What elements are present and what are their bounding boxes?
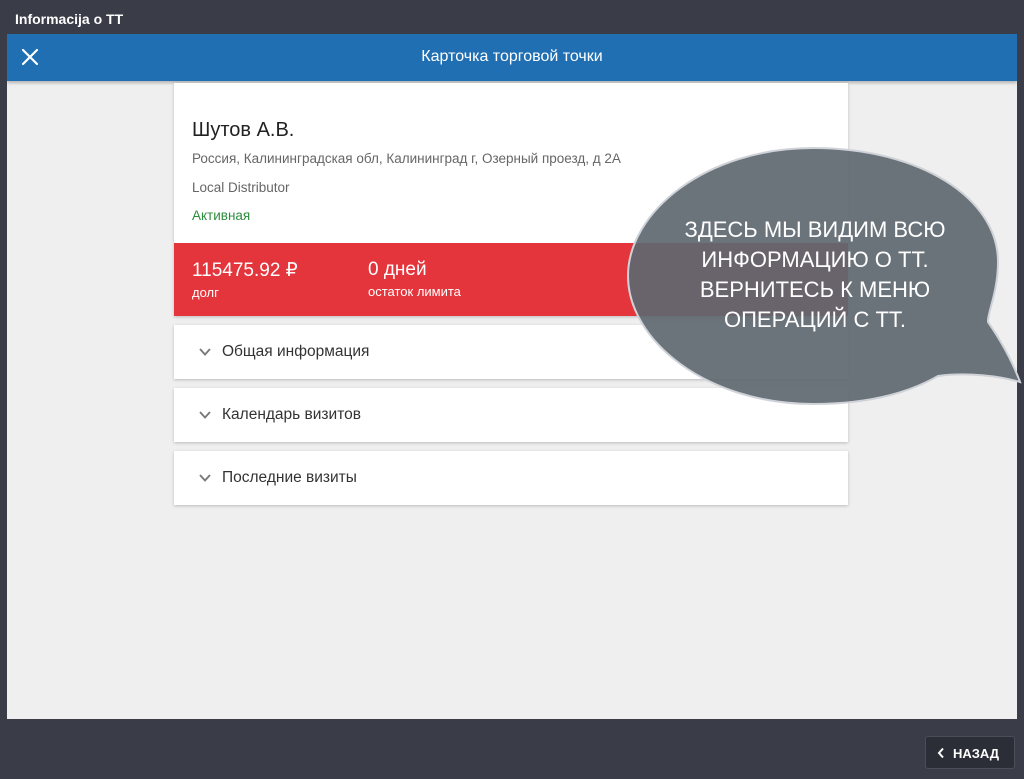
section-visit-calendar[interactable]: Календарь визитов bbox=[174, 388, 848, 442]
outlet-address: Россия, Калининградская обл, Калининград… bbox=[192, 151, 621, 166]
limit-label: остаток лимита bbox=[368, 284, 461, 299]
app-bar: Карточка торговой точки bbox=[7, 34, 1017, 81]
page-title: Карточка торговой точки bbox=[421, 48, 603, 65]
callout-line: ЗДЕСЬ МЫ ВИДИМ ВСЮ bbox=[684, 217, 946, 242]
outlet-type: Local Distributor bbox=[192, 180, 290, 195]
back-label: НАЗАД bbox=[953, 746, 1000, 761]
outlet-name: Шутов А.В. bbox=[192, 119, 295, 141]
chevron-down-icon bbox=[199, 348, 211, 356]
chevron-down-icon bbox=[199, 474, 211, 482]
callout-line: ВЕРНИТЕСЬ К МЕНЮ bbox=[699, 277, 931, 302]
section-label: Календарь визитов bbox=[222, 406, 361, 423]
app-frame: Карточка торговой точки Шутов А.В. Росси… bbox=[7, 34, 1017, 719]
back-button[interactable]: НАЗАД bbox=[925, 736, 1015, 769]
callout-line: ОПЕРАЦИЙ С ТТ. bbox=[723, 307, 907, 332]
section-label: Общая информация bbox=[222, 343, 370, 360]
callout-text: ЗДЕСЬ МЫ ВИДИМ ВСЮ ИНФОРМАЦИЮ О ТТ. ВЕРН… bbox=[650, 215, 980, 335]
chevron-left-icon bbox=[937, 747, 944, 759]
limit-metric: 0 дней остаток лимита bbox=[368, 259, 461, 299]
callout-line: ИНФОРМАЦИЮ О ТТ. bbox=[701, 247, 929, 272]
window-title: Informacija o TT bbox=[15, 11, 124, 27]
debt-metric: 115475.92 ₽ долг bbox=[192, 259, 298, 300]
debt-label: долг bbox=[192, 285, 219, 300]
debt-value: 115475.92 ₽ bbox=[192, 260, 298, 281]
limit-value: 0 дней bbox=[368, 259, 427, 280]
status-badge: Активная bbox=[192, 208, 251, 223]
section-recent-visits[interactable]: Последние визиты bbox=[174, 451, 848, 505]
section-label: Последние визиты bbox=[222, 469, 357, 486]
chevron-down-icon bbox=[199, 411, 211, 419]
